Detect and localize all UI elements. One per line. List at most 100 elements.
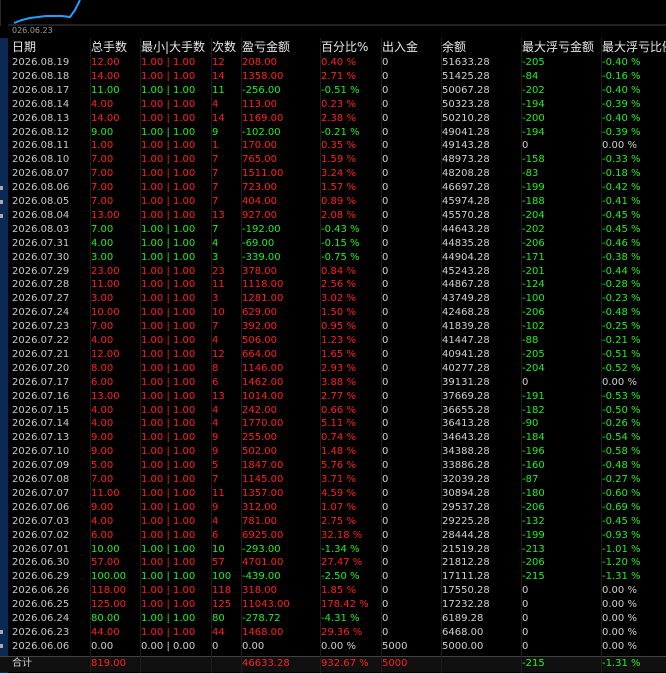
table-row[interactable]: 2026.06.25 125.00 1.00 | 1.00 125 11043.00 17… xyxy=(0,598,666,612)
table-row[interactable]: 2026.07.21 12.00 1.00 | 1.00 12 664.00 1.65 %… xyxy=(0,348,666,362)
col-header-deposit[interactable]: 出入金 xyxy=(382,38,440,56)
table-row[interactable]: 2026.08.05 7.00 1.00 | 1.00 7 404.00 0.89 % 0 4… xyxy=(0,195,666,209)
row-balance: 44643.28 xyxy=(442,223,490,235)
table-row[interactable]: 2026.07.23 7.00 1.00 | 1.00 7 392.00 0.95 % 0 4… xyxy=(0,320,666,334)
table-row[interactable]: 2026.07.27 3.00 1.00 | 1.00 3 1281.00 3.02 % 0… xyxy=(0,292,666,306)
row-max-float-pct: -0.26 % xyxy=(602,418,641,430)
row-max-float-loss: 0 xyxy=(522,626,529,638)
table-row[interactable]: 2026.08.18 14.00 1.00 | 1.00 14 1358.00 2.71 … xyxy=(0,70,666,84)
row-min-max-lots: 1.00 | 1.00 xyxy=(141,487,196,499)
row-max-float-loss: -182 xyxy=(522,404,545,416)
table-row[interactable]: 2026.07.20 8.00 1.00 | 1.00 8 1146.00 2.93 % 0… xyxy=(0,362,666,376)
table-row[interactable]: 2026.07.02 6.00 1.00 | 1.00 6 6925.00 32.18 %… xyxy=(0,529,666,543)
table-row[interactable]: 2026.08.03 7.00 1.00 | 1.00 7 -192.00 -0.43 %… xyxy=(0,223,666,237)
row-total-lots: 13.00 xyxy=(91,209,120,221)
row-total-lots: 23.00 xyxy=(91,265,120,277)
table-row[interactable]: 2026.07.03 4.00 1.00 | 1.00 4 781.00 2.75 % 0 2… xyxy=(0,515,666,529)
table-row[interactable]: 2026.08.11 1.00 1.00 | 1.00 1 170.00 0.35 % 0 4… xyxy=(0,139,666,153)
table-row[interactable]: 2026.07.10 9.00 1.00 | 1.00 9 502.00 1.48 % 0 3… xyxy=(0,445,666,459)
row-max-float-loss: -188 xyxy=(522,196,545,207)
table-row[interactable]: 2026.07.09 5.00 1.00 | 1.00 5 1847.00 5.76 % 0… xyxy=(0,459,666,473)
col-header-balance[interactable]: 余额 xyxy=(442,38,520,56)
table-row[interactable]: 2026.07.15 4.00 1.00 | 1.00 4 242.00 0.66 % 0 3… xyxy=(0,404,666,418)
table-row[interactable]: 2026.07.29 23.00 1.00 | 1.00 23 378.00 0.84 %… xyxy=(0,265,666,279)
row-date: 2026.08.05 xyxy=(12,196,70,207)
row-balance: 44904.28 xyxy=(442,251,490,263)
row-date: 2026.07.14 xyxy=(12,418,70,430)
row-deposit: 0 xyxy=(382,571,389,583)
table-row[interactable]: 2026.07.22 4.00 1.00 | 1.00 4 506.00 1.23 % 0 4… xyxy=(0,334,666,348)
table-row[interactable]: 2026.08.04 13.00 1.00 | 1.00 13 927.00 2.08 %… xyxy=(0,209,666,223)
row-date: 2026.07.23 xyxy=(12,321,70,333)
row-min-max-lots: 1.00 | 1.00 xyxy=(141,321,196,333)
table-row[interactable]: 2026.06.30 57.00 1.00 | 1.00 57 4701.00 27.47… xyxy=(0,556,666,570)
column-separator xyxy=(381,38,382,673)
row-max-float-loss: -206 xyxy=(522,501,545,513)
table-row[interactable]: 2026.06.26 118.00 1.00 | 1.00 118 318.00 1.85… xyxy=(0,584,666,598)
row-total-lots: 9.00 xyxy=(91,432,114,444)
row-max-float-pct: -0.53 % xyxy=(602,390,641,402)
table-row[interactable]: 2026.06.24 80.00 1.00 | 1.00 80 -278.72 -4.31… xyxy=(0,612,666,626)
col-header-total-lots[interactable]: 总手数 xyxy=(91,38,139,56)
table-row[interactable]: 2026.07.30 3.00 1.00 | 1.00 3 -339.00 -0.75 %… xyxy=(0,251,666,265)
row-pnl: 502.00 xyxy=(242,446,277,458)
table-row[interactable]: 2026.07.06 9.00 1.00 | 1.00 9 312.00 1.07 % 0 2… xyxy=(0,501,666,515)
table-row[interactable]: 2026.07.14 4.00 1.00 | 1.00 4 1770.00 5.11 % 0… xyxy=(0,417,666,431)
row-percent: 0.74 % xyxy=(321,432,356,444)
table-row[interactable]: 2026.07.17 6.00 1.00 | 1.00 6 1462.00 3.88 % 0… xyxy=(0,376,666,390)
row-date: 2026.07.30 xyxy=(12,251,70,263)
row-count: 7 xyxy=(212,168,219,180)
table-row[interactable]: 2026.08.14 4.00 1.00 | 1.00 4 113.00 0.23 % 0 5… xyxy=(0,98,666,112)
table-row[interactable]: 2026.06.29 100.00 1.00 | 1.00 100 -439.00 -2.… xyxy=(0,570,666,584)
row-min-max-lots: 1.00 | 1.00 xyxy=(141,57,196,68)
table-row[interactable]: 2026.07.28 11.00 1.00 | 1.00 11 1118.00 2.56 … xyxy=(0,278,666,292)
row-deposit: 0 xyxy=(382,585,389,597)
table-row[interactable]: 2026.08.13 14.00 1.00 | 1.00 14 1169.00 2.38 … xyxy=(0,112,666,126)
row-max-float-pct: -0.16 % xyxy=(602,70,641,82)
row-deposit: 0 xyxy=(382,529,389,541)
table-row[interactable]: 2026.08.19 12.00 1.00 | 1.00 12 208.00 0.40 %… xyxy=(0,56,666,70)
col-header-date[interactable]: 日期 xyxy=(12,38,90,56)
col-header-percent[interactable]: 百分比% xyxy=(321,38,381,56)
row-date: 2026.08.03 xyxy=(12,223,70,235)
row-max-float-loss: -205 xyxy=(522,348,545,360)
table-row[interactable]: 2026.06.23 44.00 1.00 | 1.00 44 1468.00 29.36… xyxy=(0,626,666,640)
row-max-float-loss: -158 xyxy=(522,154,545,166)
row-min-max-lots: 1.00 | 1.00 xyxy=(141,182,196,194)
table-row[interactable]: 2026.07.13 9.00 1.00 | 1.00 9 255.00 0.74 % 0 3… xyxy=(0,431,666,445)
col-header-max-float-pct[interactable]: 最大浮亏比例 xyxy=(602,38,666,56)
col-header-max-float-loss[interactable]: 最大浮亏金额 xyxy=(522,38,600,56)
table-row[interactable]: 2026.08.17 11.00 1.00 | 1.00 11 -256.00 -0.51… xyxy=(0,84,666,98)
row-max-float-loss: 0 xyxy=(522,640,529,652)
row-percent: 29.36 % xyxy=(321,626,363,638)
table-row[interactable]: 2026.08.06 7.00 1.00 | 1.00 7 723.00 1.57 % 0 4… xyxy=(0,181,666,195)
row-percent: 2.08 % xyxy=(321,209,356,221)
table-row[interactable]: 2026.08.10 7.00 1.00 | 1.00 7 765.00 1.59 % 0 4… xyxy=(0,153,666,167)
table-row[interactable]: 2026.08.07 7.00 1.00 | 1.00 7 1511.00 3.24 % 0… xyxy=(0,167,666,181)
row-min-max-lots: 1.00 | 1.00 xyxy=(141,84,196,96)
row-pnl: 170.00 xyxy=(242,140,277,152)
col-header-count[interactable]: 次数 xyxy=(212,38,240,56)
table-row[interactable]: 2026.07.08 7.00 1.00 | 1.00 7 1145.00 3.71 % 0… xyxy=(0,473,666,487)
row-min-max-lots: 1.00 | 1.00 xyxy=(141,237,196,249)
col-header-pnl[interactable]: 盈亏金额 xyxy=(242,38,320,56)
col-header-min-max-lots[interactable]: 最小|大手数 xyxy=(141,38,211,56)
table-row[interactable]: 2026.08.12 9.00 1.00 | 1.00 9 -102.00 -0.21 %… xyxy=(0,126,666,140)
row-max-float-pct: -0.45 % xyxy=(602,223,641,235)
table-row[interactable]: 2026.06.06 0.00 0.00 | 0.00 0 0.00 0.00 % 5000… xyxy=(0,640,666,654)
row-max-float-loss: -196 xyxy=(522,446,545,458)
row-min-max-lots: 1.00 | 1.00 xyxy=(141,432,196,444)
table-row[interactable]: 2026.07.01 10.00 1.00 | 1.00 10 -293.00 -1.34… xyxy=(0,543,666,557)
table-row[interactable]: 2026.07.07 11.00 1.00 | 1.00 11 1357.00 4.59 … xyxy=(0,487,666,501)
row-percent: 2.77 % xyxy=(321,390,356,402)
row-deposit: 0 xyxy=(382,432,389,444)
row-date: 2026.07.20 xyxy=(12,362,70,374)
row-deposit: 0 xyxy=(382,404,389,416)
table-row[interactable]: 2026.07.16 13.00 1.00 | 1.00 13 1014.00 2.77 … xyxy=(0,390,666,404)
row-total-lots: 57.00 xyxy=(91,557,120,569)
row-percent: 1.65 % xyxy=(321,348,356,360)
table-row[interactable]: 2026.07.24 10.00 1.00 | 1.00 10 629.00 1.50 %… xyxy=(0,306,666,320)
row-balance: 41447.28 xyxy=(442,335,490,346)
row-count: 12 xyxy=(212,348,225,360)
table-row[interactable]: 2026.07.31 4.00 1.00 | 1.00 4 -69.00 -0.15 % 0… xyxy=(0,237,666,251)
